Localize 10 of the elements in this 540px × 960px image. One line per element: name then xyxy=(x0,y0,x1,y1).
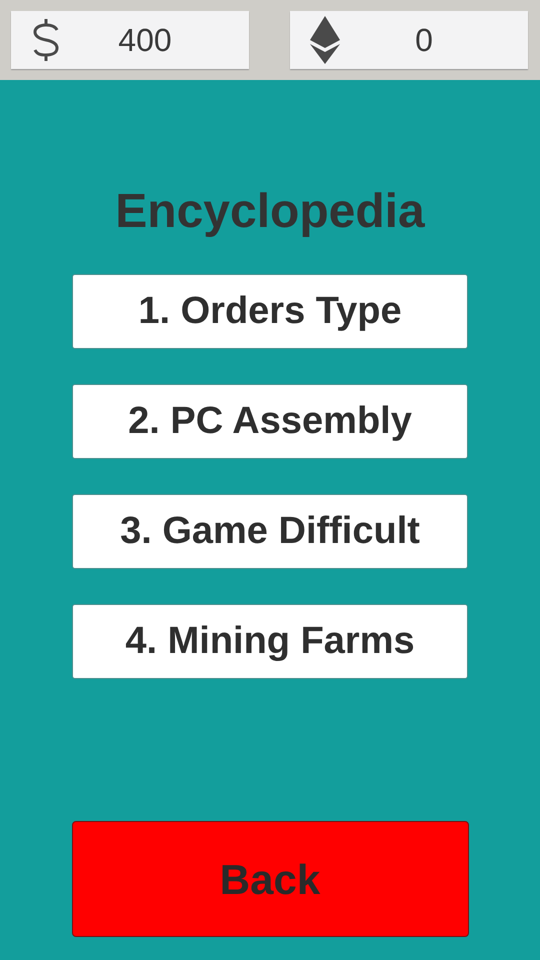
topic-button[interactable]: 2. PC Assembly xyxy=(72,384,468,459)
currency-amount: 400 xyxy=(117,21,173,60)
dollar-icon xyxy=(31,17,61,63)
topic-button[interactable]: 4. Mining Farms xyxy=(72,604,468,679)
screen-title: Encyclopedia xyxy=(115,188,425,236)
topic-button[interactable]: 3. Game Difficult xyxy=(72,494,468,569)
back-button[interactable]: Back xyxy=(72,821,468,937)
currency-amount: 0 xyxy=(414,21,434,60)
topic-button[interactable]: 1. Orders Type xyxy=(72,274,468,349)
diamond-icon xyxy=(310,16,340,64)
